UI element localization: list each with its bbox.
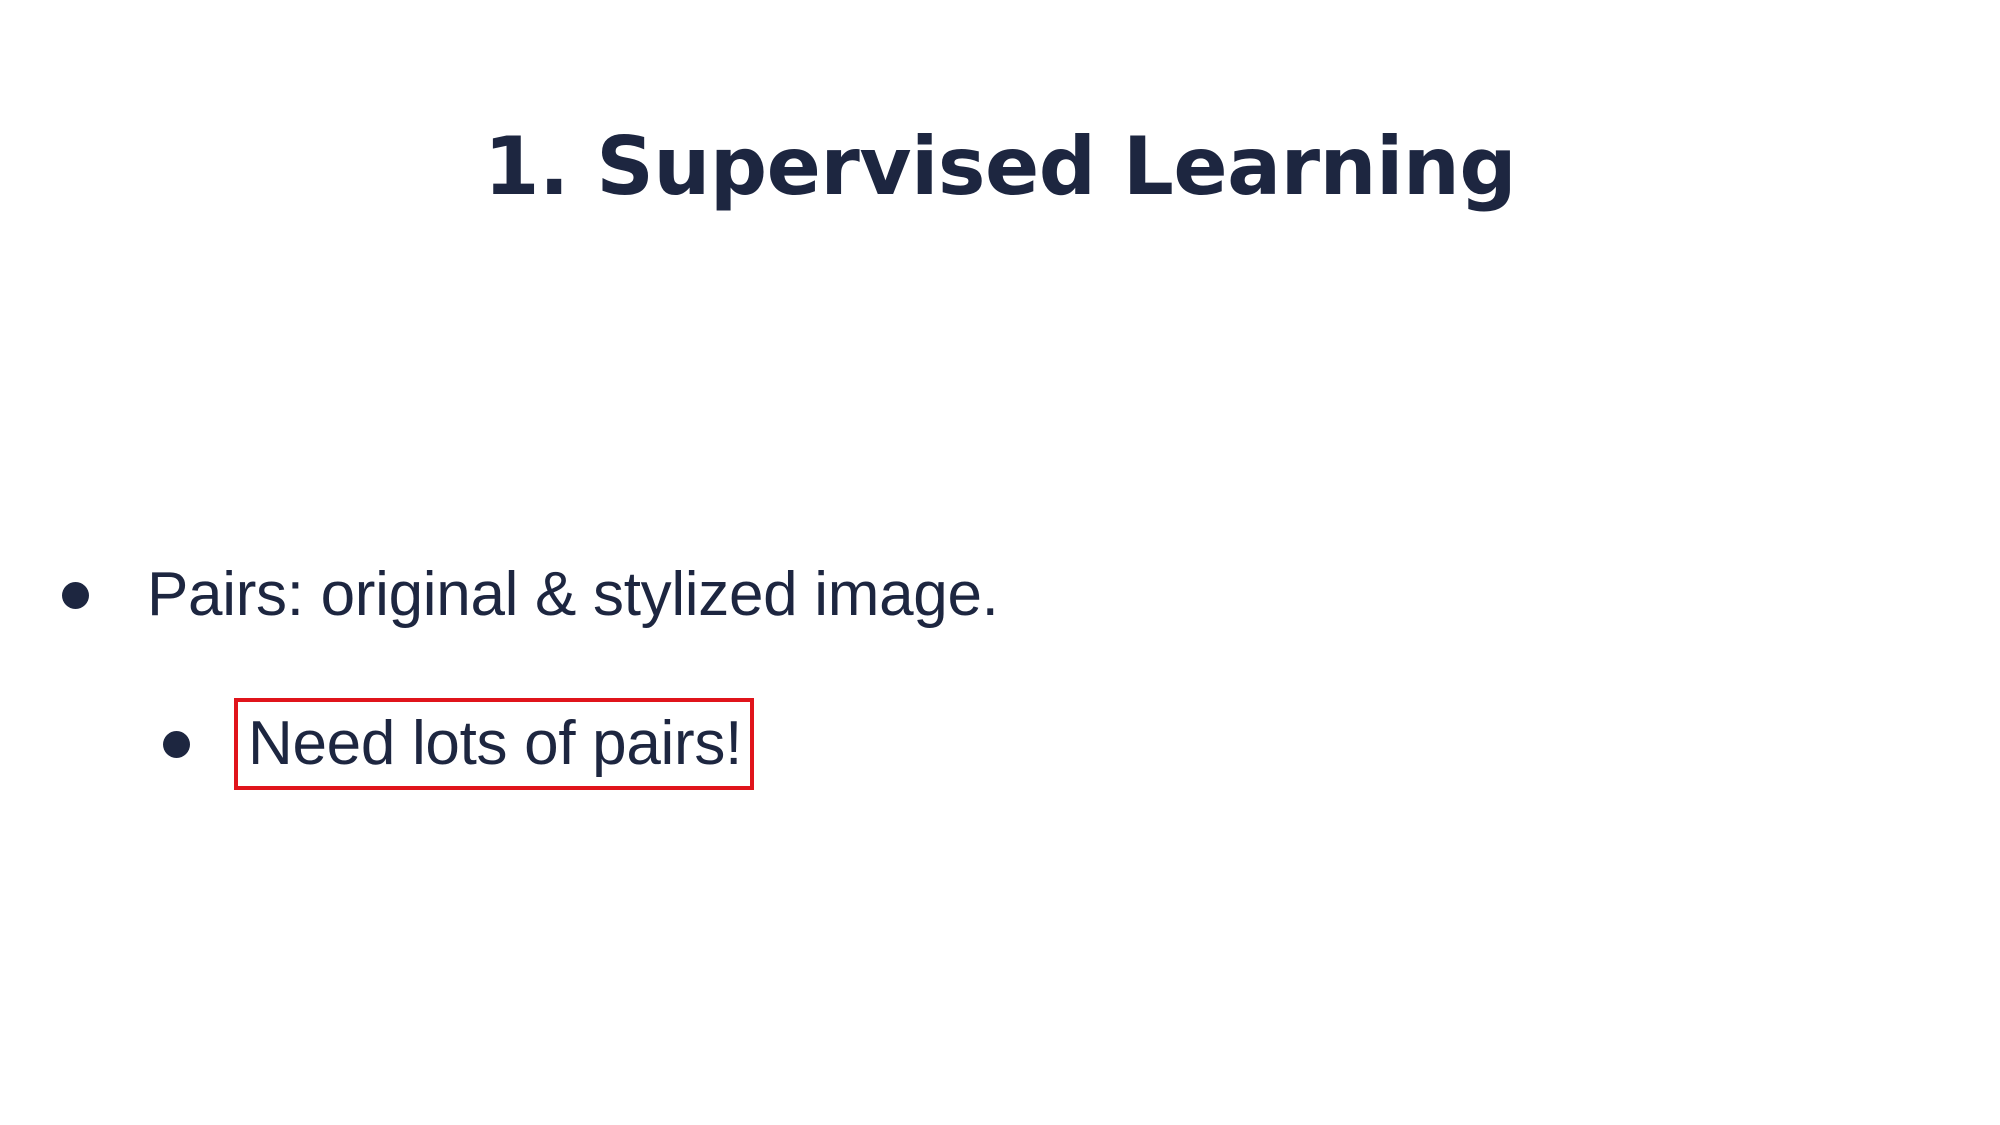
highlight-box: Need lots of pairs! [234,698,754,790]
bullet-item-level-2: Need lots of pairs! [163,698,754,790]
slide-title: 1. Supervised Learning [483,120,1517,213]
bullet-dot-icon [62,581,89,609]
bullet-text: Pairs: original & stylized image. [147,560,999,629]
bullet-item-level-1: Pairs: original & stylized image. [62,554,999,636]
sub-bullet-text: Need lots of pairs! [248,709,742,778]
bullet-dot-icon [163,730,190,758]
slide: 1. Supervised Learning Pairs: original &… [0,0,2000,1125]
